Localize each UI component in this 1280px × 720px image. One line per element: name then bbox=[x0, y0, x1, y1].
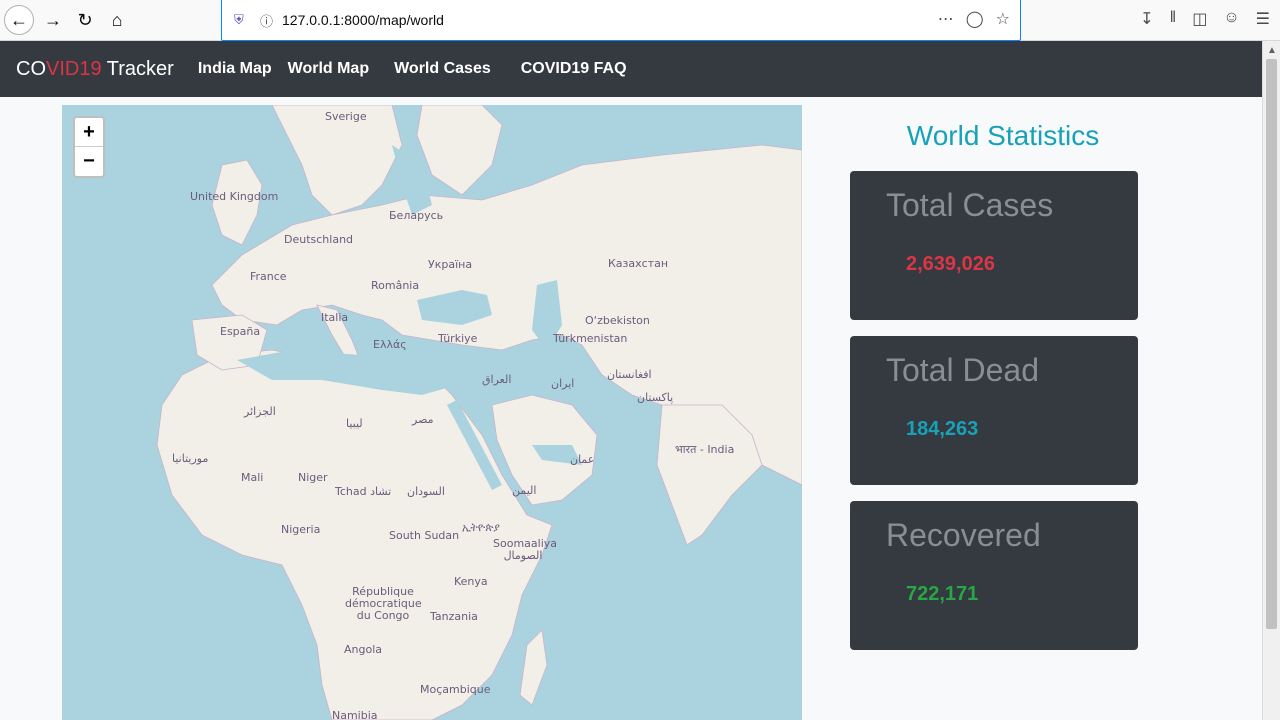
page-scrollbar[interactable]: ▲ bbox=[1262, 41, 1280, 720]
map-label: Tchad تشاد bbox=[335, 485, 392, 498]
total-cases-card: Total Cases 2,639,026 bbox=[850, 171, 1138, 320]
map-label: Ελλάς bbox=[373, 338, 407, 351]
map-label: Sverige bbox=[325, 110, 367, 123]
map-label: ኢትዮጵያ bbox=[462, 521, 500, 534]
map-label: Mali bbox=[241, 471, 264, 484]
page-actions-icon[interactable]: ⋯ bbox=[938, 9, 954, 29]
back-icon[interactable]: ← bbox=[4, 5, 34, 35]
map-label: Türkmenistan bbox=[553, 332, 628, 345]
card-value: 722,171 bbox=[906, 583, 979, 605]
stats-title: World Statistics bbox=[906, 120, 1100, 151]
account-icon[interactable]: ☺ bbox=[1223, 9, 1239, 29]
map-label: ایران bbox=[551, 377, 575, 390]
map-label: United Kingdom bbox=[190, 190, 279, 203]
card-label: Recovered bbox=[886, 517, 1041, 553]
map-label: Namibia bbox=[332, 709, 378, 720]
map-label: France bbox=[250, 270, 287, 283]
map-label: Tanzania bbox=[430, 610, 478, 623]
brand-co: CO bbox=[16, 57, 46, 80]
map-label: عمان bbox=[570, 453, 595, 466]
nav-covid-faq[interactable]: COVID19 FAQ bbox=[521, 60, 627, 78]
url-text[interactable]: 127.0.0.1:8000/map/world bbox=[282, 12, 444, 28]
nav-world-map[interactable]: World Map bbox=[288, 60, 369, 78]
sidebar-icon[interactable]: ◫ bbox=[1192, 9, 1207, 29]
card-label: Total Dead bbox=[886, 352, 1039, 388]
card-value: 184,263 bbox=[906, 418, 979, 440]
map-label: Nigeria bbox=[281, 523, 321, 536]
map-label: Казахстан bbox=[608, 257, 669, 270]
map-label: O‘zbekiston bbox=[585, 314, 650, 327]
map-label: مصر bbox=[412, 413, 434, 426]
zoom-in-button[interactable]: + bbox=[75, 118, 103, 147]
map-label: South Sudan bbox=[389, 529, 460, 542]
brand-logo[interactable]: COVID19 Tracker bbox=[16, 58, 174, 81]
map-label: Türkiye bbox=[438, 332, 478, 345]
forward-icon[interactable]: → bbox=[38, 5, 68, 35]
map-label: Deutschland bbox=[284, 233, 354, 246]
home-icon[interactable]: ⌂ bbox=[102, 5, 132, 35]
map-label: Niger bbox=[298, 471, 328, 484]
url-bar[interactable]: ⛨ ⓘ 127.0.0.1:8000/map/world ⋯ ◯ ☆ bbox=[221, 0, 1021, 41]
zoom-out-button[interactable]: − bbox=[75, 147, 103, 176]
map-label: Kenya bbox=[454, 575, 488, 588]
map-label: السودان bbox=[407, 485, 445, 498]
recovered-card: Recovered 722,171 bbox=[850, 501, 1138, 650]
map-label: România bbox=[371, 279, 420, 292]
app-navbar: COVID19 Tracker India Map World Map Worl… bbox=[0, 41, 1262, 97]
reload-icon[interactable]: ↻ bbox=[70, 5, 100, 35]
bookmark-star-icon[interactable]: ☆ bbox=[996, 9, 1010, 29]
card-value: 2,639,026 bbox=[906, 253, 995, 275]
map-label: Беларусь bbox=[389, 209, 444, 222]
map-label: भारत - India bbox=[675, 443, 735, 456]
library-icon[interactable]: ‖ bbox=[1170, 9, 1177, 29]
brand-vid19: VID19 bbox=[46, 57, 102, 80]
nav-india-map[interactable]: India Map bbox=[198, 60, 272, 78]
downloads-icon[interactable]: ↧ bbox=[1140, 9, 1153, 29]
total-dead-card: Total Dead 184,263 bbox=[850, 336, 1138, 485]
browser-toolbar: ← → ↻ ⌂ ⛨ ⓘ 127.0.0.1:8000/map/world ⋯ ◯… bbox=[0, 0, 1280, 41]
map-label: Italia bbox=[321, 311, 349, 324]
zoom-control: + − bbox=[73, 116, 105, 178]
map-label: الجزائر bbox=[244, 405, 276, 418]
map-label: Moçambique bbox=[420, 683, 491, 696]
world-map[interactable]: Sverige United Kingdom Беларусь Deutschl… bbox=[62, 105, 802, 720]
scroll-thumb[interactable] bbox=[1266, 59, 1277, 629]
scroll-up-icon[interactable]: ▲ bbox=[1267, 45, 1277, 56]
map-label: ليبيا bbox=[346, 417, 363, 430]
map-label: Україна bbox=[428, 258, 473, 271]
map-label: Soomaaliya الصومال bbox=[493, 537, 558, 562]
map-label: موريتانيا bbox=[172, 452, 209, 465]
map-label: اليمن bbox=[512, 484, 537, 497]
card-label: Total Cases bbox=[886, 187, 1054, 223]
brand-tracker: Tracker bbox=[101, 57, 174, 80]
map-label: Angola bbox=[344, 643, 383, 656]
menu-icon[interactable]: ☰ bbox=[1256, 9, 1270, 29]
map-label: España bbox=[220, 325, 261, 338]
map-label: العراق bbox=[482, 373, 512, 386]
site-info-icon[interactable]: ⓘ bbox=[260, 11, 276, 30]
map-label: République démocratique du Congo bbox=[345, 585, 422, 622]
map-label: پاکستان bbox=[637, 391, 674, 404]
pocket-icon[interactable]: ◯ bbox=[966, 9, 984, 29]
map-label: افغانستان bbox=[607, 368, 652, 381]
nav-world-cases[interactable]: World Cases bbox=[394, 60, 491, 78]
tracking-shield-icon[interactable]: ⛨ bbox=[234, 12, 250, 28]
